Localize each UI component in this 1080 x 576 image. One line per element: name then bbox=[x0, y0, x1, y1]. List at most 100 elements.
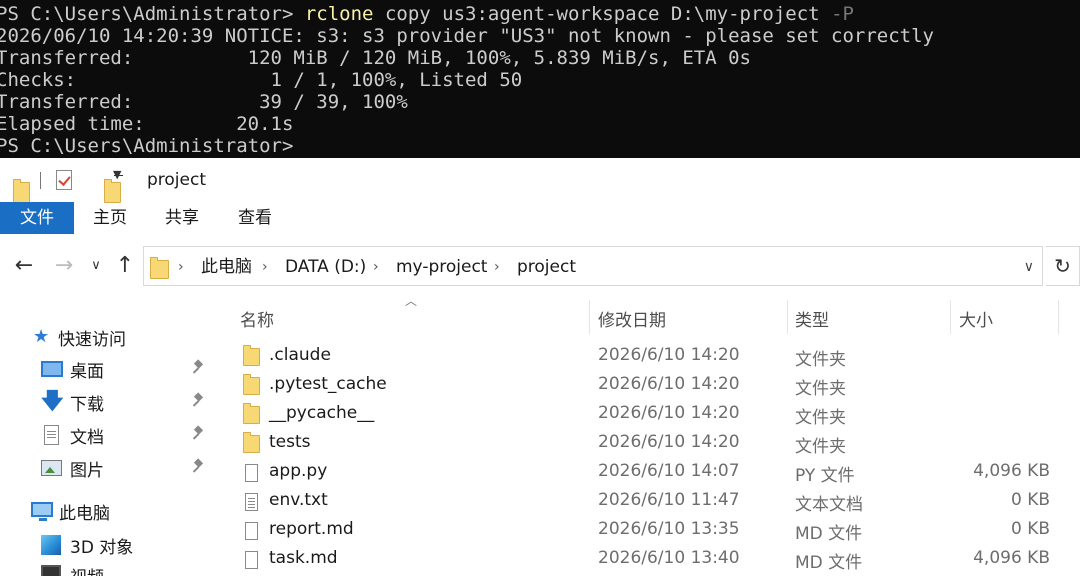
terminal-command-flag: -P bbox=[831, 3, 854, 25]
properties-check-icon[interactable] bbox=[56, 170, 72, 190]
file-type: MD 文件 bbox=[795, 553, 863, 573]
sidebar-item-downloads[interactable]: 🡇 下载 bbox=[0, 387, 216, 417]
column-header-name[interactable]: 名称 bbox=[240, 306, 274, 331]
file-type: 文本文档 bbox=[795, 495, 863, 515]
terminal-prompt-line[interactable]: PS C:\Users\Administrator> bbox=[0, 135, 1080, 157]
download-arrow-icon: 🡇 bbox=[41, 389, 64, 414]
file-type: 文件夹 bbox=[795, 350, 846, 370]
terminal-command-args: copy us3:agent-workspace D:\my-project bbox=[373, 3, 832, 25]
text-file-icon bbox=[245, 493, 258, 511]
markdown-file-icon bbox=[245, 551, 258, 569]
cube-icon bbox=[41, 535, 61, 555]
terminal-prompt: PS C:\Users\Administrator> bbox=[0, 3, 305, 25]
breadcrumb-project[interactable]: project bbox=[517, 247, 576, 287]
file-name: .pytest_cache bbox=[269, 374, 387, 394]
terminal-output-line: 2026/06/10 14:20:39 NOTICE: s3: s3 provi… bbox=[0, 25, 934, 47]
pin-icon[interactable] bbox=[193, 361, 205, 375]
breadcrumb-this-pc[interactable]: 此电脑 bbox=[201, 247, 252, 287]
breadcrumb-data-drive[interactable]: DATA (D:) bbox=[285, 247, 366, 287]
file-size: 4,096 KB bbox=[973, 461, 1050, 481]
desktop-icon bbox=[41, 361, 63, 377]
breadcrumb-my-project[interactable]: my-project bbox=[396, 247, 487, 287]
column-header-type[interactable]: 类型 bbox=[795, 306, 829, 331]
tab-share[interactable]: 共享 bbox=[165, 202, 199, 234]
terminal-command: rclone bbox=[304, 3, 374, 25]
column-divider[interactable] bbox=[589, 300, 590, 334]
pin-icon[interactable] bbox=[193, 460, 205, 474]
file-name: __pycache__ bbox=[269, 403, 375, 423]
folder-icon bbox=[243, 403, 260, 424]
forward-button[interactable]: → bbox=[52, 252, 76, 280]
file-size: 0 KB bbox=[1010, 490, 1050, 510]
file-row[interactable]: app.py 2026/6/10 14:07 PY 文件 4,096 KB bbox=[216, 458, 1080, 487]
python-file-icon bbox=[245, 464, 258, 482]
file-type: PY 文件 bbox=[795, 466, 855, 486]
sidebar-item-label: 视频 bbox=[70, 563, 104, 576]
terminal-output-line: Transferred: 39 / 39, 100% bbox=[0, 91, 408, 113]
sidebar-item-desktop[interactable]: 桌面 bbox=[0, 354, 216, 384]
sidebar-item-3d-objects[interactable]: 3D 对象 bbox=[0, 530, 216, 560]
markdown-file-icon bbox=[245, 522, 258, 540]
powershell-terminal[interactable]: PS C:\Users\Administrator> rclone copy u… bbox=[0, 0, 1080, 158]
column-divider[interactable] bbox=[787, 300, 788, 334]
column-divider[interactable] bbox=[950, 300, 951, 334]
terminal-command-line: PS C:\Users\Administrator> rclone copy u… bbox=[0, 3, 1080, 25]
file-modified: 2026/6/10 14:20 bbox=[598, 345, 740, 365]
address-dropdown-icon[interactable]: ∨ bbox=[1024, 247, 1034, 287]
file-type: 文件夹 bbox=[795, 379, 846, 399]
refresh-button[interactable]: ↻ bbox=[1046, 246, 1080, 286]
quick-access-dropdown-icon[interactable]: ▼ bbox=[113, 168, 121, 181]
pin-icon[interactable] bbox=[193, 427, 205, 441]
file-size: 4,096 KB bbox=[973, 548, 1050, 568]
breadcrumb-chevron-icon[interactable]: › bbox=[178, 247, 184, 287]
tab-file[interactable]: 文件 bbox=[0, 202, 74, 234]
file-size: 0 KB bbox=[1010, 519, 1050, 539]
breadcrumb-chevron-icon[interactable]: › bbox=[262, 247, 268, 287]
up-button[interactable]: ↑ bbox=[112, 252, 138, 280]
file-modified: 2026/6/10 13:35 bbox=[598, 519, 740, 539]
terminal-output-line: Transferred: 120 MiB / 120 MiB, 100%, 5.… bbox=[0, 47, 751, 69]
tab-view[interactable]: 查看 bbox=[238, 202, 272, 234]
picture-icon bbox=[41, 460, 62, 476]
tab-home[interactable]: 主页 bbox=[93, 202, 127, 234]
sidebar-item-quick-access[interactable]: ★ 快速访问 bbox=[0, 322, 216, 352]
file-row[interactable]: env.txt 2026/6/10 11:47 文本文档 0 KB bbox=[216, 487, 1080, 516]
sort-ascending-icon: ︿ bbox=[405, 294, 418, 308]
file-row[interactable]: .claude 2026/6/10 14:20 文件夹 bbox=[216, 342, 1080, 371]
column-divider[interactable] bbox=[1058, 300, 1059, 334]
sidebar-item-label: 快速访问 bbox=[58, 330, 126, 350]
file-name: task.md bbox=[269, 548, 338, 568]
pin-icon[interactable] bbox=[193, 394, 205, 408]
column-header-modified[interactable]: 修改日期 bbox=[598, 306, 666, 331]
sidebar-item-videos[interactable]: 视频 bbox=[0, 560, 216, 576]
star-icon: ★ bbox=[33, 326, 50, 347]
recent-locations-chevron-icon[interactable]: ∨ bbox=[88, 252, 104, 280]
breadcrumb-chevron-icon[interactable]: › bbox=[373, 247, 379, 287]
file-row[interactable]: .pytest_cache 2026/6/10 14:20 文件夹 bbox=[216, 371, 1080, 400]
column-header-size[interactable]: 大小 bbox=[959, 306, 993, 331]
file-type: 文件夹 bbox=[795, 437, 846, 457]
file-type: MD 文件 bbox=[795, 524, 863, 544]
new-folder-icon[interactable] bbox=[104, 178, 121, 203]
sidebar-item-label: 文档 bbox=[70, 428, 104, 448]
file-modified: 2026/6/10 14:20 bbox=[598, 432, 740, 452]
ribbon-tabs: 文件 主页 共享 查看 bbox=[0, 202, 1080, 234]
folder-icon bbox=[243, 374, 260, 395]
file-name: app.py bbox=[269, 461, 328, 481]
breadcrumb-chevron-icon[interactable]: › bbox=[494, 247, 500, 287]
back-button[interactable]: ← bbox=[12, 252, 36, 280]
sidebar-item-documents[interactable]: 文档 bbox=[0, 420, 216, 450]
file-name: tests bbox=[269, 432, 311, 452]
file-modified: 2026/6/10 13:40 bbox=[598, 548, 740, 568]
file-row[interactable]: task.md 2026/6/10 13:40 MD 文件 4,096 KB bbox=[216, 545, 1080, 574]
file-modified: 2026/6/10 14:20 bbox=[598, 374, 740, 394]
terminal-output-line: Checks: 1 / 1, 100%, Listed 50 bbox=[0, 69, 523, 91]
file-row[interactable]: tests 2026/6/10 14:20 文件夹 bbox=[216, 429, 1080, 458]
file-row[interactable]: __pycache__ 2026/6/10 14:20 文件夹 bbox=[216, 400, 1080, 429]
address-bar[interactable]: › 此电脑 › DATA (D:) › my-project › project… bbox=[143, 246, 1043, 286]
sidebar-item-pictures[interactable]: 图片 bbox=[0, 453, 216, 483]
folder-icon bbox=[243, 345, 260, 366]
sidebar-item-this-pc[interactable]: 此电脑 bbox=[0, 496, 216, 526]
sidebar-item-label: 此电脑 bbox=[59, 504, 110, 524]
file-row[interactable]: report.md 2026/6/10 13:35 MD 文件 0 KB bbox=[216, 516, 1080, 545]
